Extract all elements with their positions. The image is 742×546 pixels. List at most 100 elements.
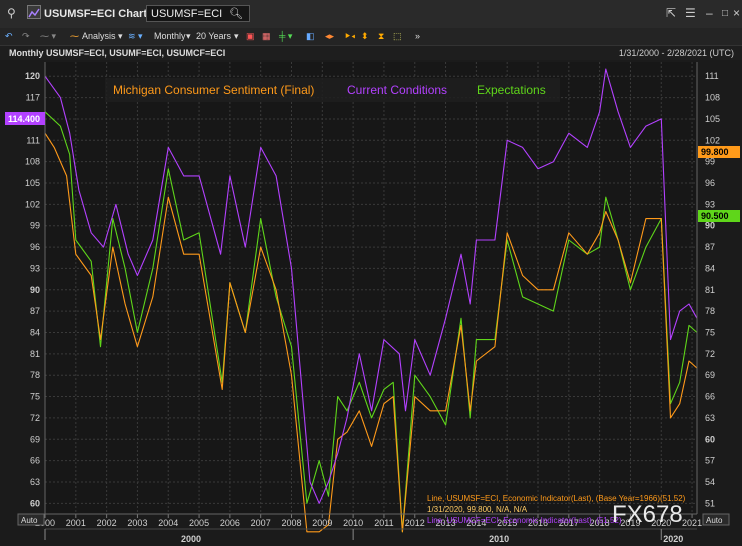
y-left-tick-label: 111 [26, 135, 40, 145]
analysis-button[interactable]: Analysis [82, 31, 116, 41]
y-right-tick-label: 51 [705, 498, 715, 508]
menu-icon[interactable]: ☰ [685, 6, 696, 20]
y-right-tick-label: 54 [705, 477, 715, 487]
ric-search-input[interactable] [151, 7, 225, 20]
y-right-tick-label: 90 [705, 221, 715, 231]
panel-icon[interactable]: ◧ [306, 31, 315, 42]
watermark-logo: FX678 [612, 501, 683, 528]
y-left-tick-label: 75 [30, 392, 40, 402]
x-tick-label: 2002 [97, 518, 117, 528]
chart-app-icon [27, 5, 41, 19]
x-tick-label: 2001 [66, 518, 86, 528]
ric-search-box[interactable]: 🔍︎ [146, 5, 250, 22]
y-left-tick-label: 81 [30, 349, 40, 359]
y-right-tick-label: 78 [705, 306, 715, 316]
x-tick-label: 2011 [374, 518, 393, 528]
decade-label: 2020 [663, 534, 683, 544]
wave-icon[interactable]: ≋ ▾ [128, 31, 143, 42]
info-bar: Monthly USUMSF=ECI, USUMF=ECI, USUMCF=EC… [0, 46, 742, 60]
y-right-tick-label: 93 [705, 199, 715, 209]
maximize-button[interactable]: □ [722, 8, 728, 19]
x-tick-label: 2003 [127, 518, 147, 528]
chart-area[interactable]: 60 63 66 69 72 75 78 81 84 87 90 93 96 99 102 105 108 111… [0, 60, 742, 546]
y-right-tick-label: 108 [705, 93, 720, 103]
zoom-icon[interactable]: ◂▸ [325, 31, 334, 42]
decade-label: 2010 [489, 534, 509, 544]
title-bar: ⚲ USUMSF=ECI Chart 🔍︎ ⇱ ☰ – □ × [0, 0, 742, 29]
y-left-tick-label: 66 [30, 456, 40, 466]
template-icon[interactable]: ▦ [262, 31, 271, 42]
footnote-line-3: Line, USUMCF=ECI, Economic Indicator(Las… [427, 516, 622, 525]
left-value-badge-text: 114.400 [8, 114, 40, 124]
y-left-tick-label: 87 [30, 306, 40, 316]
y-left-tick-label: 105 [25, 178, 40, 188]
more-icon[interactable]: » [415, 31, 420, 41]
x-tick-label: 2005 [189, 518, 209, 528]
fit-icon[interactable]: ⯈◂ [344, 31, 355, 42]
search-icon[interactable]: 🔍︎ [229, 7, 243, 20]
x-tick-label: 2009 [312, 518, 332, 528]
x-tick-label: 2012 [405, 518, 425, 528]
legend-expectations[interactable]: Expectations [477, 83, 546, 97]
x-tick-label: 2006 [220, 518, 240, 528]
minimize-button[interactable]: – [706, 6, 713, 20]
green-value-badge-text: 90.500 [701, 211, 729, 221]
footnote-line-2: 1/31/2020, 99.800, N/A, N/A [427, 505, 528, 514]
x-tick-label: 2008 [281, 518, 301, 528]
link-icon[interactable]: ⚲ [7, 6, 16, 20]
series-codes: Monthly USUMSF=ECI, USUMF=ECI, USUMCF=EC… [9, 48, 226, 58]
interval-button[interactable]: Monthly [154, 31, 186, 41]
range-button[interactable]: 20 Years [196, 31, 231, 41]
y-right-tick-label: 66 [705, 392, 715, 402]
y-right-tick-label: 105 [705, 114, 720, 124]
y-right-tick-label: 81 [705, 285, 715, 295]
y-left-tick-label: 63 [30, 477, 40, 487]
date-range: 1/31/2000 - 2/28/2021 (UTC) [618, 48, 734, 58]
range-dropdown-icon[interactable]: ▾ [234, 31, 239, 42]
chart-style-icon[interactable]: ▣ [246, 31, 255, 42]
y-left-tick-label: 102 [25, 199, 40, 209]
y-left-tick-label: 99 [30, 221, 40, 231]
select-icon[interactable]: ⬚ [393, 31, 402, 42]
y-left-tick-label: 120 [25, 71, 40, 81]
y-right-tick-label: 99 [705, 157, 715, 167]
legend-current-conditions[interactable]: Current Conditions [347, 83, 447, 97]
decade-label: 2000 [181, 534, 201, 544]
interval-dropdown-icon[interactable]: ▾ [186, 31, 191, 42]
y-right-tick-label: 111 [705, 71, 719, 81]
scroll-icon[interactable]: ⬍ [361, 31, 369, 42]
y-left-tick-label: 93 [30, 263, 40, 273]
y-right-tick-label: 87 [705, 242, 715, 252]
close-button[interactable]: × [733, 6, 740, 20]
y-left-tick-label: 84 [30, 327, 40, 337]
y-right-tick-label: 72 [705, 349, 715, 359]
y-right-tick-label: 96 [705, 178, 715, 188]
undo-icon[interactable]: ↶ [5, 31, 13, 42]
y-right-tick-label: 69 [705, 370, 715, 380]
pin-icon[interactable]: ⇱ [666, 6, 676, 20]
crosshair-icon[interactable]: ╪ ▾ [279, 31, 292, 42]
y-left-tick-label: 90 [30, 285, 40, 295]
chart-toolbar: ↶ ↷ ⁓ ▾ ⁓ Analysis ▾ ≋ ▾ Monthly ▾ 20 Ye… [0, 28, 742, 46]
y-left-tick-label: 108 [25, 157, 40, 167]
redo-icon[interactable]: ↷ [22, 31, 30, 42]
orange-value-badge-text: 99.800 [701, 147, 729, 157]
analysis-dropdown-icon[interactable]: ▾ [118, 31, 123, 42]
x-tick-label: 2021 [682, 518, 702, 528]
legend-michigan[interactable]: Michigan Consumer Sentiment (Final) [113, 83, 314, 97]
line-type-icon[interactable]: ⁓ ▾ [40, 31, 56, 42]
left-auto-label: Auto [21, 516, 38, 525]
x-tick-label: 2007 [251, 518, 271, 528]
y-left-tick-label: 60 [30, 498, 40, 508]
y-right-tick-label: 60 [705, 434, 715, 444]
window-title: USUMSF=ECI Chart [44, 8, 147, 20]
y-right-tick-label: 57 [705, 456, 715, 466]
right-auto-label: Auto [706, 516, 723, 525]
y-left-tick-label: 117 [26, 93, 40, 103]
analysis-icon[interactable]: ⁓ [70, 31, 79, 42]
y-right-tick-label: 63 [705, 413, 715, 423]
x-tick-label: 2010 [343, 518, 363, 528]
y-left-tick-label: 78 [30, 370, 40, 380]
y-right-tick-label: 84 [705, 263, 715, 273]
hourglass-icon[interactable]: ⧗ [378, 31, 384, 42]
